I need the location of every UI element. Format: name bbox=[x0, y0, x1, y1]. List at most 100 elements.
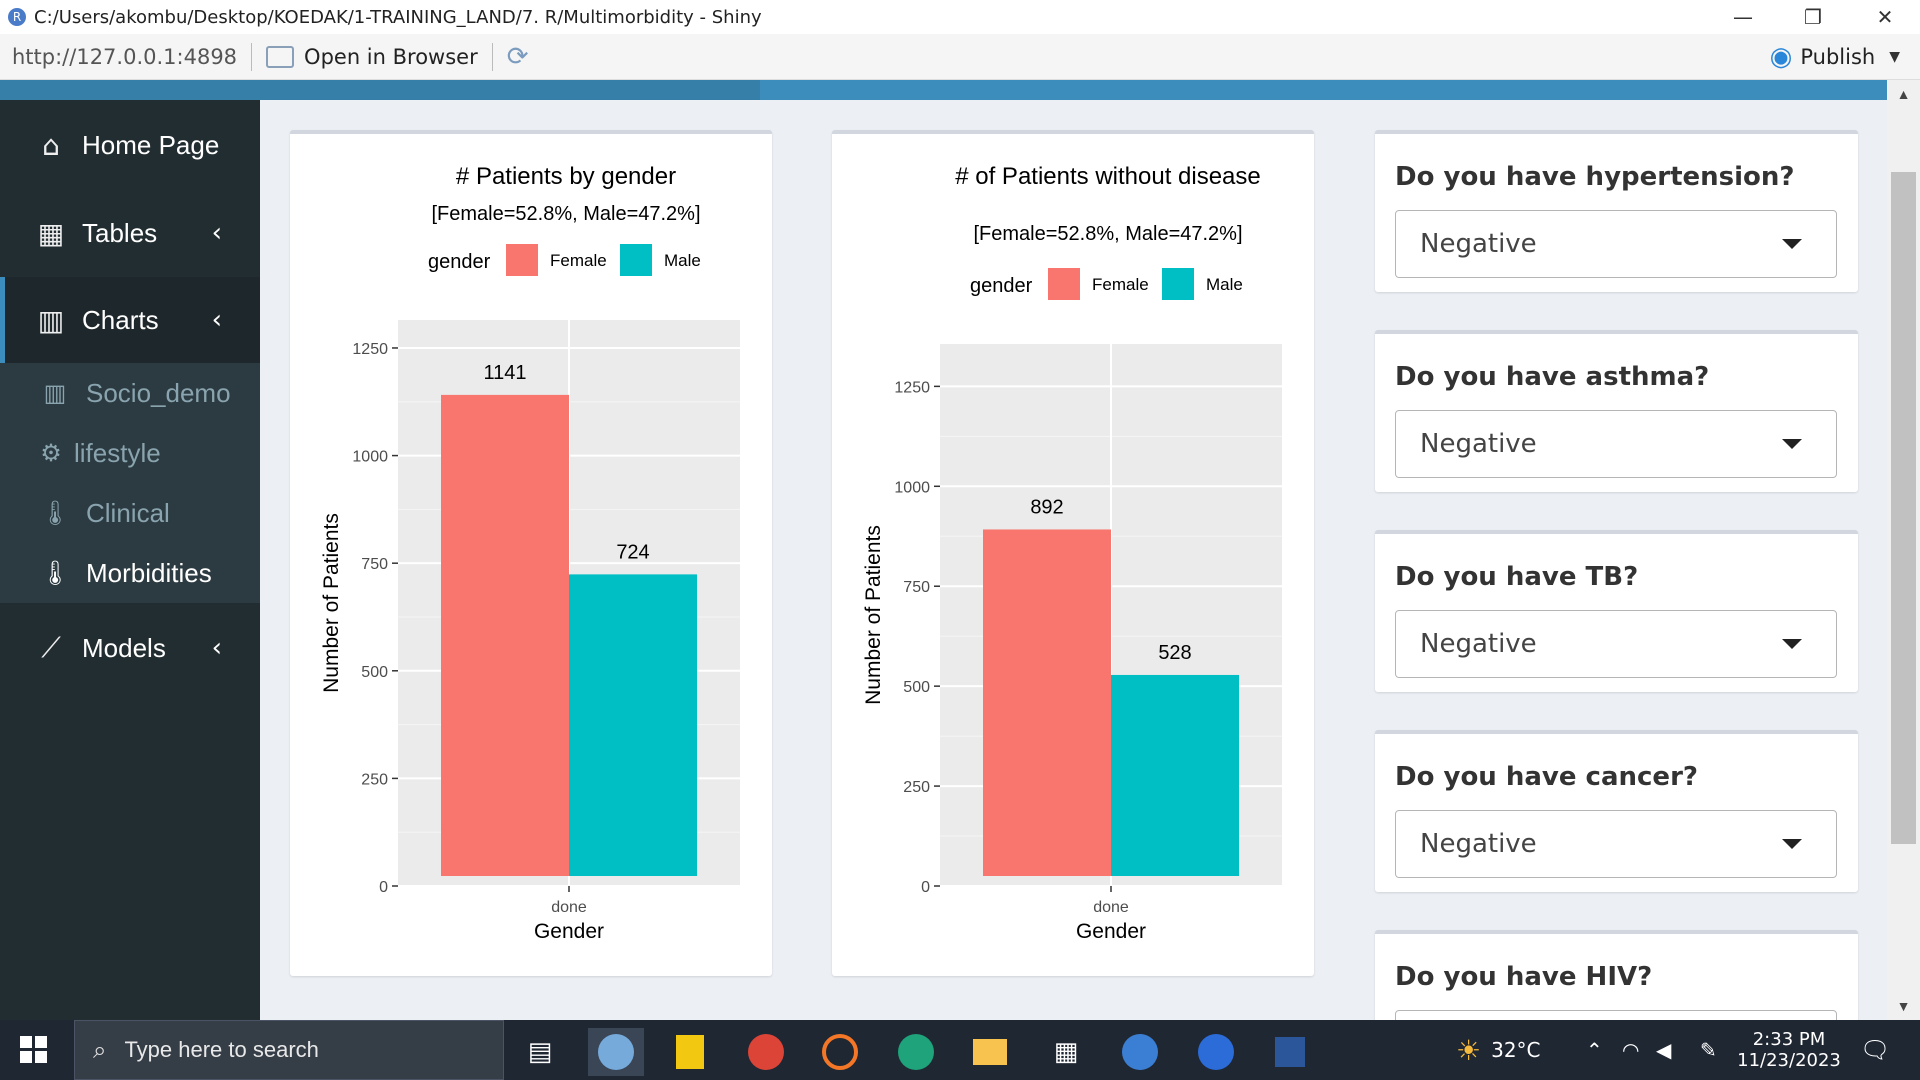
sidebar-item-clinical[interactable]: 🌡 Clinical bbox=[0, 483, 260, 543]
gear-icon: ⚙ bbox=[40, 439, 62, 467]
window-title: C:/Users/akombu/Desktop/KOEDAK/1-TRAININ… bbox=[34, 6, 762, 28]
sidebar-item-label: Clinical bbox=[86, 497, 170, 528]
window-title-bar: R C:/Users/akombu/Desktop/KOEDAK/1-TRAIN… bbox=[0, 0, 1920, 34]
hypertension-select[interactable]: Negative bbox=[1395, 210, 1837, 278]
windows-start-button[interactable] bbox=[20, 1036, 48, 1064]
scroll-up-arrow-icon[interactable]: ▲ bbox=[1887, 80, 1920, 108]
scrollbar-thumb[interactable] bbox=[1891, 172, 1916, 844]
maximize-button[interactable]: ❐ bbox=[1778, 0, 1848, 34]
question-box-tb: Do you have TB? Negative bbox=[1375, 530, 1858, 692]
clock-time: 2:33 PM bbox=[1752, 1029, 1826, 1050]
chevron-down-icon[interactable]: ▼ bbox=[1889, 49, 1900, 65]
refresh-icon[interactable]: ⟳ bbox=[507, 41, 529, 72]
legend-label: Female bbox=[550, 251, 607, 270]
math-app-icon[interactable] bbox=[1112, 1028, 1168, 1076]
y-tick-label: 500 bbox=[361, 664, 388, 681]
x-axis-label: Gender bbox=[1076, 920, 1146, 943]
jupyter-app-icon[interactable] bbox=[812, 1028, 868, 1076]
clock-date: 11/23/2023 bbox=[1737, 1050, 1841, 1071]
bar-chart-icon: ▥ bbox=[37, 303, 65, 337]
pen-icon[interactable]: ✎ bbox=[1700, 1020, 1717, 1080]
windows-logo-icon bbox=[35, 1051, 47, 1063]
tb-select[interactable]: Negative bbox=[1395, 610, 1837, 678]
windows-taskbar: ⌕ Type here to search ▤ ▦ ☀ 32°C ⌃ ◠ ◀ ✎… bbox=[0, 1020, 1920, 1080]
minimize-button[interactable]: — bbox=[1708, 0, 1778, 34]
clock[interactable]: 2:33 PM 11/23/2023 bbox=[1736, 1020, 1842, 1080]
y-tick-label: 750 bbox=[361, 556, 388, 573]
sidebar-item-models[interactable]: ⟋ Models ‹ bbox=[0, 605, 260, 691]
sidebar-item-morbidities[interactable]: 🌡 Morbidities bbox=[0, 543, 260, 603]
home-icon: ⌂ bbox=[42, 128, 60, 162]
calculator-app-icon[interactable]: ▦ bbox=[1038, 1028, 1094, 1076]
taskbar-search-box[interactable]: ⌕ Type here to search bbox=[74, 1020, 504, 1080]
bar-female bbox=[983, 529, 1111, 876]
table-icon: ▦ bbox=[37, 216, 65, 250]
word-app-icon[interactable] bbox=[1262, 1028, 1318, 1076]
wifi-icon[interactable]: ◠ bbox=[1622, 1020, 1639, 1080]
question-label: Do you have cancer? bbox=[1395, 762, 1698, 792]
legend-swatch bbox=[506, 244, 538, 276]
toolbar-divider bbox=[251, 42, 253, 71]
page-scrollbar[interactable]: ▲ ▼ bbox=[1887, 80, 1920, 1020]
x-tick-label: done bbox=[1093, 899, 1129, 916]
question-box-asthma: Do you have asthma? Negative bbox=[1375, 330, 1858, 492]
legend-swatch bbox=[620, 244, 652, 276]
notifications-icon[interactable]: 🗨 bbox=[1860, 1020, 1890, 1080]
x-axis-label: Gender bbox=[534, 920, 604, 943]
file-explorer-app-icon[interactable] bbox=[962, 1028, 1018, 1076]
volume-icon[interactable]: ◀ bbox=[1656, 1020, 1671, 1080]
chart-box-patients-without-disease: # of Patients without disease [Female=52.… bbox=[832, 130, 1314, 976]
search-icon: ⌕ bbox=[93, 1036, 107, 1064]
asthma-select[interactable]: Negative bbox=[1395, 410, 1837, 478]
bar-male bbox=[569, 574, 697, 876]
sidebar-item-home-page[interactable]: ⌂ Home Page bbox=[0, 102, 260, 188]
sidebar-item-charts[interactable]: ▥ Charts ‹ bbox=[0, 277, 260, 363]
chrome-app-icon[interactable] bbox=[738, 1028, 794, 1076]
power-bi-app-icon[interactable] bbox=[662, 1028, 718, 1076]
sidebar-item-socio-demo[interactable]: ▥ Socio_demo bbox=[0, 363, 260, 423]
y-tick-label: 1250 bbox=[894, 379, 930, 396]
legend-label: Female bbox=[1092, 275, 1149, 294]
weather-widget[interactable]: ☀ 32°C bbox=[1456, 1020, 1541, 1080]
y-axis-label: Number of Patients bbox=[862, 525, 885, 705]
sidebar-item-tables[interactable]: ▦ Tables ‹ bbox=[0, 190, 260, 276]
publish-button[interactable]: ◉ Publish ▼ bbox=[1770, 42, 1900, 72]
cancer-select[interactable]: Negative bbox=[1395, 810, 1837, 878]
thermometer-icon: 🌡 bbox=[39, 559, 71, 587]
y-tick-label: 1250 bbox=[352, 341, 388, 358]
sidebar-item-label: Models bbox=[82, 632, 166, 663]
bar-chart-icon: ▥ bbox=[43, 379, 67, 407]
windows-logo-icon bbox=[20, 1051, 32, 1063]
sidebar: ⌂ Home Page ▦ Tables ‹ ▥ Charts ‹ ▥ Soci… bbox=[0, 100, 260, 1020]
close-button[interactable]: ✕ bbox=[1850, 0, 1920, 34]
sidebar-item-lifestyle[interactable]: ⚙ lifestyle bbox=[0, 423, 260, 483]
dashboard-header bbox=[0, 80, 1920, 100]
legend-label: Male bbox=[1206, 275, 1243, 294]
r-app-icon: R bbox=[8, 8, 26, 26]
hiv-select[interactable] bbox=[1395, 1010, 1837, 1020]
chevron-left-icon: ‹ bbox=[211, 305, 222, 335]
rstudio-app-icon[interactable] bbox=[588, 1028, 644, 1076]
edge-app-icon[interactable] bbox=[888, 1028, 944, 1076]
scroll-down-arrow-icon[interactable]: ▼ bbox=[1887, 992, 1920, 1020]
tableau-app-icon[interactable] bbox=[1188, 1028, 1244, 1076]
select-value: Negative bbox=[1420, 629, 1537, 659]
task-view-icon[interactable]: ▤ bbox=[512, 1028, 568, 1076]
legend-title: gender bbox=[970, 275, 1033, 297]
data-label: 1141 bbox=[483, 362, 526, 384]
show-hidden-icons-chevron-icon[interactable]: ⌃ bbox=[1586, 1020, 1603, 1080]
legend-label: Male bbox=[664, 251, 701, 270]
select-value: Negative bbox=[1420, 429, 1537, 459]
search-placeholder: Type here to search bbox=[124, 1037, 319, 1062]
question-label: Do you have HIV? bbox=[1395, 962, 1653, 992]
legend-swatch bbox=[1048, 268, 1080, 300]
sidebar-item-label: Tables bbox=[82, 217, 158, 248]
open-in-browser-button[interactable]: Open in Browser bbox=[266, 45, 478, 69]
toolbar-divider bbox=[491, 42, 493, 71]
question-label: Do you have asthma? bbox=[1395, 362, 1710, 392]
x-tick-label: done bbox=[551, 899, 587, 916]
caret-down-icon bbox=[1782, 239, 1802, 249]
question-label: Do you have TB? bbox=[1395, 562, 1639, 592]
chart-subtitle: [Female=52.8%, Male=47.2%] bbox=[973, 223, 1242, 245]
thermometer-icon: 🌡 bbox=[39, 499, 71, 527]
